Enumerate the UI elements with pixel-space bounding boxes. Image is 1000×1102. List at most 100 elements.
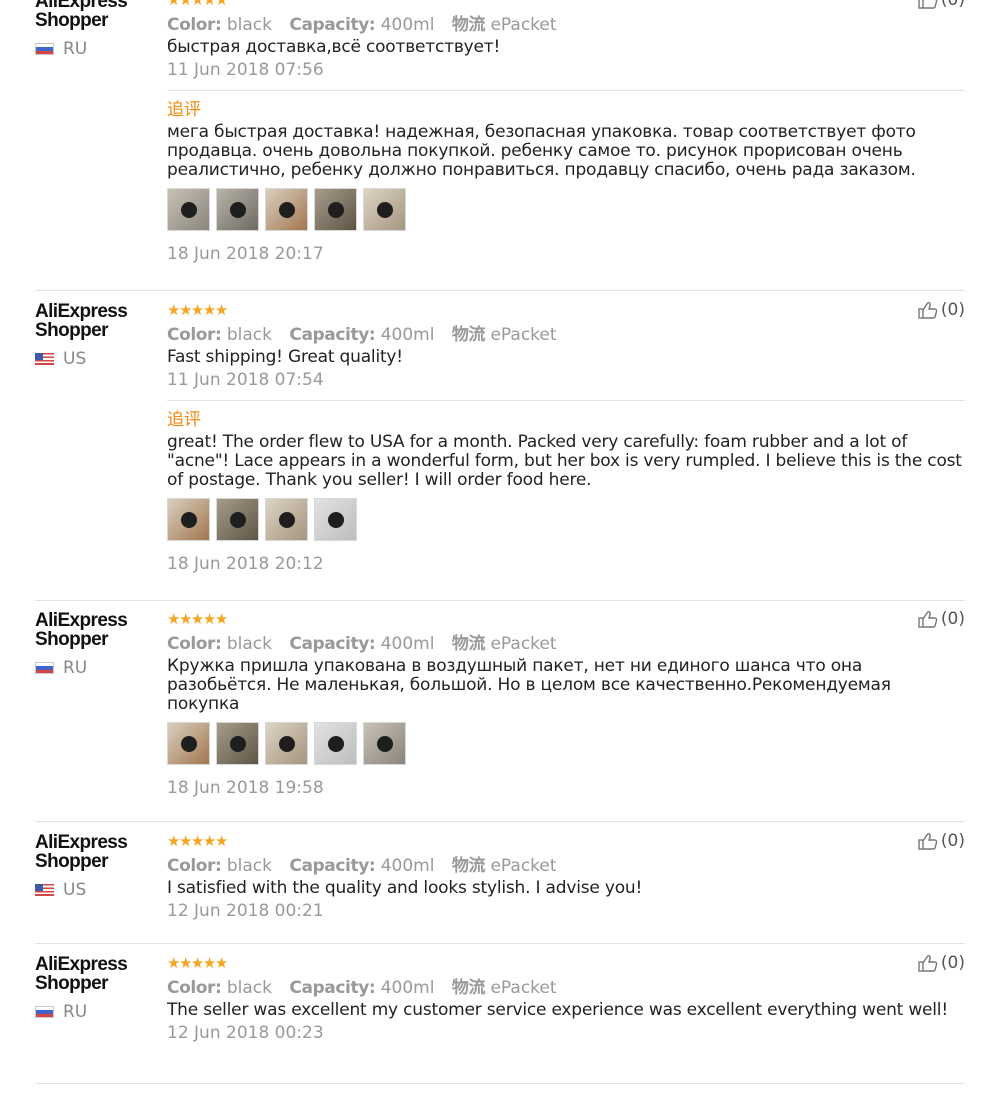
thumbs-up-icon[interactable] (918, 301, 941, 319)
color-value: black (226, 15, 272, 35)
color-label: Color: (167, 15, 222, 35)
review-photo-thumbnail[interactable] (265, 498, 308, 541)
star-icon: ★ (167, 301, 180, 319)
shipping-label: 物流 (451, 856, 486, 876)
capacity-label: Capacity: (289, 634, 376, 654)
review-photo-thumbnail[interactable] (314, 188, 357, 231)
helpful-count: (0) (940, 831, 965, 851)
color-value: black (226, 856, 272, 876)
followup-text: мега быстрая доставка! надежная, безопас… (167, 122, 916, 180)
review-photo-thumbnail[interactable] (167, 722, 210, 765)
review-photo-thumbnail[interactable] (363, 722, 406, 765)
helpful-count: (0) (940, 0, 965, 10)
color-value: black (226, 325, 272, 345)
star-icon: ★ (178, 0, 192, 9)
product-attributes: Color: black Capacity: 400ml 物流 ePacket (167, 14, 965, 36)
review-photo-thumbnail[interactable] (265, 188, 308, 231)
review-photo-thumbnail[interactable] (167, 498, 210, 541)
review-photo-thumbnail[interactable] (216, 188, 259, 231)
star-icon: ★ (202, 832, 216, 850)
review-photo-thumbnail[interactable] (363, 188, 406, 231)
country-code: US (63, 880, 87, 900)
star-icon: ★ (190, 0, 204, 9)
star-icon: ★ (178, 610, 192, 628)
star-icon: ★ (167, 954, 180, 972)
country-code: RU (63, 658, 88, 678)
reviewer-country: US (35, 349, 160, 369)
reviewer-info: AliExpress Shopper US (35, 302, 160, 369)
shipping-value: ePacket (490, 634, 557, 654)
product-attributes: Color: black Capacity: 400ml 物流 ePacket (167, 633, 965, 655)
review-photo-thumbnail[interactable] (265, 722, 308, 765)
color-label: Color: (167, 856, 222, 876)
star-icon: ★ (202, 301, 216, 319)
thumbs-up-icon[interactable] (918, 610, 941, 628)
review-photo-thumbnail[interactable] (216, 722, 259, 765)
star-icon: ★ (178, 832, 192, 850)
star-icon: ★ (214, 301, 228, 319)
star-icon: ★ (214, 954, 228, 972)
shipping-label: 物流 (451, 634, 486, 654)
star-icon: ★ (190, 832, 204, 850)
color-value: black (226, 978, 272, 998)
star-icon: ★ (202, 954, 216, 972)
star-icon: ★ (214, 0, 228, 9)
followup-photos (167, 498, 965, 541)
review-item: AliExpress Shopper RU ★★★★★ (0) Color: black… (35, 609, 965, 822)
flag-icon (35, 353, 54, 365)
reviewer-country: RU (35, 658, 160, 678)
product-attributes: Color: black Capacity: 400ml 物流 ePacket (167, 855, 965, 877)
shipping-label: 物流 (451, 978, 486, 998)
followup-review: 追评 мега быстрая доставка! надежная, безоп… (167, 90, 965, 265)
review-photo-thumbnail[interactable] (314, 722, 357, 765)
star-icon: ★ (178, 954, 192, 972)
review-date: 11 Jun 2018 07:56 (167, 60, 324, 80)
review-photos (167, 722, 965, 765)
reviewer-name: AliExpress Shopper (35, 301, 128, 341)
helpful-count: (0) (940, 300, 965, 320)
helpful-button[interactable]: (0) (918, 831, 965, 851)
color-value: black (226, 634, 272, 654)
review-text: The seller was excellent my customer ser… (167, 1000, 948, 1020)
review-date: 12 Jun 2018 00:23 (167, 1023, 324, 1043)
review-text: Fast shipping! Great quality! (167, 347, 403, 367)
star-icon: ★ (214, 832, 228, 850)
country-code: US (63, 349, 87, 369)
reviewer-country: RU (35, 39, 160, 59)
shipping-value: ePacket (490, 856, 557, 876)
review-photo-thumbnail[interactable] (216, 498, 259, 541)
flag-icon (35, 1006, 54, 1018)
star-rating: ★★★★★ (167, 611, 965, 627)
helpful-button[interactable]: (0) (918, 953, 965, 973)
shipping-label: 物流 (451, 325, 486, 345)
thumbs-up-icon[interactable] (918, 832, 941, 850)
reviewer-name: AliExpress Shopper (35, 832, 128, 872)
capacity-value: 400ml (380, 634, 435, 654)
reviewer-info: AliExpress Shopper RU (35, 955, 160, 1022)
star-icon: ★ (167, 0, 180, 9)
country-code: RU (63, 1002, 88, 1022)
followup-text: great! The order flew to USA for a month… (167, 432, 962, 490)
helpful-button[interactable]: (0) (918, 0, 965, 10)
thumbs-up-icon[interactable] (918, 954, 941, 972)
followup-date: 18 Jun 2018 20:12 (167, 554, 324, 574)
review-item: AliExpress Shopper US ★★★★★ (0) Color: black… (35, 300, 965, 601)
helpful-button[interactable]: (0) (918, 300, 965, 320)
capacity-value: 400ml (380, 978, 435, 998)
review-photo-thumbnail[interactable] (314, 498, 357, 541)
thumbs-up-icon[interactable] (918, 0, 941, 9)
color-label: Color: (167, 978, 222, 998)
helpful-button[interactable]: (0) (918, 609, 965, 629)
review-photo-thumbnail[interactable] (167, 188, 210, 231)
capacity-value: 400ml (380, 325, 435, 345)
star-rating: ★★★★★ (167, 955, 965, 971)
reviewer-info: AliExpress Shopper RU (35, 611, 160, 678)
capacity-label: Capacity: (289, 325, 376, 345)
flag-icon (35, 662, 54, 674)
review-date: 11 Jun 2018 07:54 (167, 370, 324, 390)
product-attributes: Color: black Capacity: 400ml 物流 ePacket (167, 977, 965, 999)
capacity-label: Capacity: (289, 15, 376, 35)
review-body: ★★★★★ (0) Color: black Capacity: 400ml 物流 … (167, 831, 965, 922)
color-label: Color: (167, 634, 222, 654)
review-date: 18 Jun 2018 19:58 (167, 778, 324, 798)
